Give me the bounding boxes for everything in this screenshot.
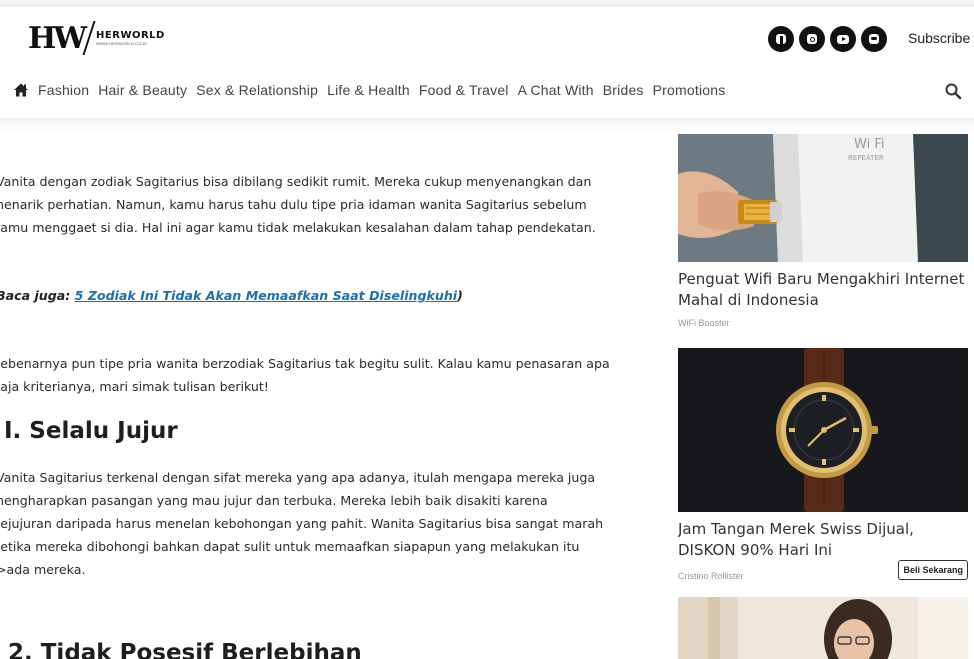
search-icon[interactable]	[944, 82, 962, 100]
read-also: Baca juga: 5 Zodiak Ini Tidak Akan Memaa…	[0, 284, 664, 307]
logo-slash	[82, 21, 96, 55]
logo-sub: WWW.HERWORLD.CO.ID	[96, 41, 148, 46]
youtube-icon[interactable]	[830, 26, 856, 52]
paragraph-line: >ada mereka.	[0, 562, 86, 577]
ad-title[interactable]: Penguat Wifi Baru Mengakhiri Internet Ma…	[678, 269, 968, 311]
line-icon[interactable]	[861, 26, 887, 52]
section-heading: I. Selalu Jujur	[4, 418, 178, 444]
nav-divider	[0, 118, 974, 134]
section-heading: 2. Tidak Posesif Berlebihan	[8, 640, 362, 659]
ad-image-watch[interactable]	[678, 348, 968, 512]
sponsored-sidebar: Wi Fi REPEATER Penguat Wifi Baru Mengakh…	[678, 134, 968, 659]
social-links	[768, 26, 887, 52]
logo-text: HERWORLD WWW.HERWORLD.CO.ID	[96, 30, 165, 46]
paragraph-line: nengharapkan pasangan yang mau jujur dan…	[0, 493, 548, 508]
paragraph-line: ;aja kriterianya, mari simak tulisan ber…	[0, 379, 269, 394]
woman-image	[678, 597, 968, 659]
logo-name: HERWORLD	[96, 30, 165, 41]
facebook-icon[interactable]	[768, 26, 794, 52]
nav-item-food-travel[interactable]: Food & Travel	[419, 82, 509, 98]
nav-items: Fashion Hair & Beauty Sex & Relationship…	[38, 82, 734, 98]
paragraph-line: :amu menggaet si dia. Hal ini agar kamu …	[0, 220, 596, 235]
logo-mark: HW	[28, 20, 87, 56]
nav-item-fashion[interactable]: Fashion	[38, 82, 89, 98]
sponsored-ad-wifi[interactable]: Wi Fi REPEATER Penguat Wifi Baru Mengakh…	[678, 134, 968, 328]
paragraph-line: :etika mereka dibohongi bahkan dapat sul…	[0, 539, 580, 554]
ad-image-woman[interactable]	[678, 597, 968, 659]
herworld-logo[interactable]: HW HERWORLD WWW.HERWORLD.CO.ID	[28, 18, 165, 58]
ad-title[interactable]: Jam Tangan Merek Swiss Dijual, DISKON 90…	[678, 519, 968, 561]
sponsored-ad-partial[interactable]	[678, 597, 968, 659]
sponsored-ad-watch[interactable]: Jam Tangan Merek Swiss Dijual, DISKON 90…	[678, 348, 968, 581]
article-paragraph: Vanita Sagitarius terkenal dengan sifat …	[0, 466, 664, 581]
nav-item-life-health[interactable]: Life & Health	[327, 82, 410, 98]
buy-now-button[interactable]: Beli Sekarang	[898, 560, 968, 580]
article-paragraph: ;ebenarnya pun tipe pria wanita berzodia…	[0, 352, 664, 398]
read-also-suffix: )	[457, 288, 463, 303]
nav-item-sex-relationship[interactable]: Sex & Relationship	[196, 82, 318, 98]
device-label: REPEATER	[848, 154, 884, 162]
read-also-link[interactable]: 5 Zodiak Ini Tidak Akan Memaafkan Saat D…	[75, 288, 457, 303]
paragraph-line: nenarik perhatian. Namun, kamu harus tah…	[0, 197, 587, 212]
paragraph-line: ;ebenarnya pun tipe pria wanita berzodia…	[0, 356, 610, 371]
nav-item-promotions[interactable]: Promotions	[653, 82, 726, 98]
paragraph-line: Vanita Sagitarius terkenal dengan sifat …	[0, 470, 596, 485]
instagram-icon[interactable]	[799, 26, 825, 52]
nav-item-hair-beauty[interactable]: Hair & Beauty	[98, 82, 187, 98]
device-label: Wi Fi	[854, 137, 884, 152]
nav-item-brides[interactable]: Brides	[603, 82, 644, 98]
watch-image	[678, 348, 968, 512]
article-paragraph: Vanita dengan zodiak Sagitarius bisa dib…	[0, 170, 664, 239]
subscribe-link[interactable]: Subscribe	[908, 30, 970, 46]
ad-image-wifi[interactable]: Wi Fi REPEATER	[678, 134, 968, 262]
nav-item-a-chat-with[interactable]: A Chat With	[518, 82, 594, 98]
home-icon[interactable]	[13, 82, 29, 98]
main-nav: Fashion Hair & Beauty Sex & Relationship…	[0, 76, 974, 106]
wifi-repeater-image: Wi Fi REPEATER	[678, 134, 968, 262]
paragraph-line: :ejujuran daripada harus menelan kebohon…	[0, 516, 604, 531]
read-also-prefix: Baca juga:	[0, 288, 75, 303]
article-body: Vanita dengan zodiak Sagitarius bisa dib…	[0, 134, 665, 659]
site-header: HW HERWORLD WWW.HERWORLD.CO.ID Subscribe	[0, 6, 974, 68]
ad-source: WiFi Booster	[678, 318, 730, 328]
paragraph-line: Vanita dengan zodiak Sagitarius bisa dib…	[0, 174, 592, 189]
